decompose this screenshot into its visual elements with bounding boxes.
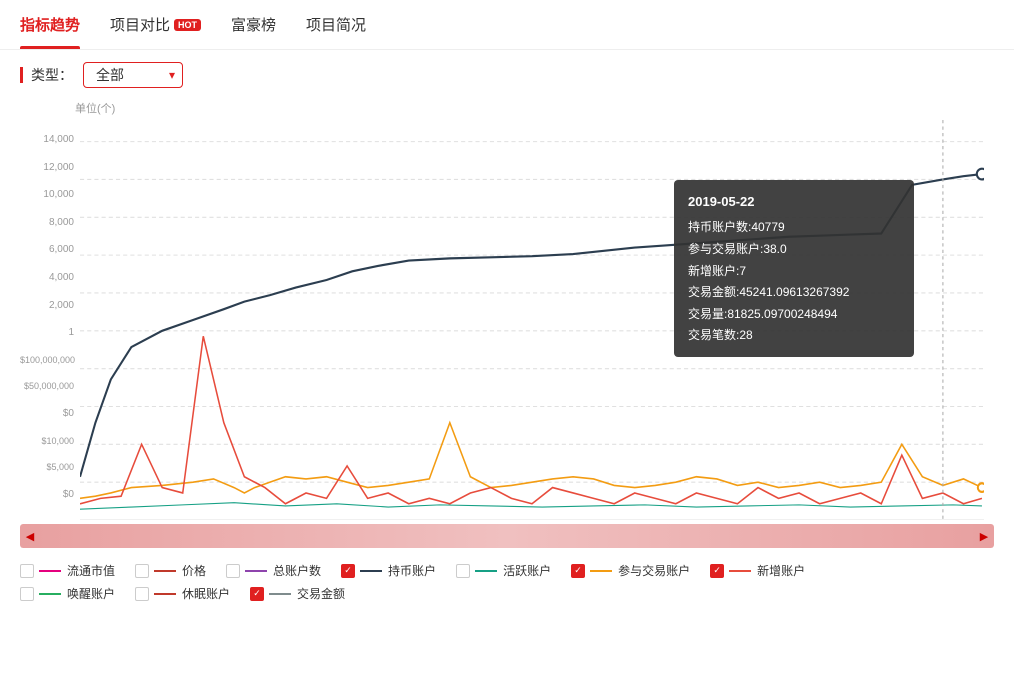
app-container: 指标趋势 项目对比 HOT 富豪榜 项目简况 类型： 全部 主流币 代币 单位(… [0, 0, 1014, 602]
chart-container: 单位(个) [0, 100, 1014, 520]
filter-label: 类型： [31, 65, 73, 85]
y-label-12000: 12,000 [20, 162, 78, 173]
legend-item-liutongshizhi[interactable]: 流通市值 [20, 562, 115, 579]
legend-line-chicizhanghushu [360, 570, 382, 572]
scrollbar-left-btn[interactable]: ◀ [20, 524, 40, 548]
legend-line-huanxingzhanghu [39, 593, 61, 595]
legend-item-huoyuezhanghushu[interactable]: 活跃账户 [456, 562, 551, 579]
legend-row-2: 唤醒账户 休眠账户 交易金额 [20, 585, 994, 602]
tab-label-overview: 项目简况 [306, 14, 366, 35]
legend-checkbox-jiage[interactable] [135, 564, 149, 578]
y-label-5k: $5,000 [20, 462, 78, 472]
legend-checkbox-huanxingzhanghu[interactable] [20, 587, 34, 601]
tab-richlist[interactable]: 富豪榜 [231, 0, 276, 49]
filter-left-bar [20, 67, 23, 83]
legend-item-jiage[interactable]: 价格 [135, 562, 206, 579]
legend-label-jiaoyijine: 交易金额 [297, 585, 345, 602]
filter-select-wrap: 全部 主流币 代币 [83, 62, 183, 88]
legend-item-huanxingzhanghu[interactable]: 唤醒账户 [20, 585, 115, 602]
legend-item-xiumianzhanghu[interactable]: 休眠账户 [135, 585, 230, 602]
y-label-0-bot: $0 [20, 489, 78, 500]
chart-svg: 交易量 交易笔数 2018-02-26 2018-04-06 2018-05-1… [80, 120, 984, 520]
legend-line-canyujiaoyizhanghu [590, 570, 612, 572]
y-label-1: 1 [20, 327, 78, 338]
legend-label-xiumianzhanghu: 休眠账户 [182, 585, 230, 602]
legend-item-xinzengzhanghu[interactable]: 新增账户 [710, 562, 805, 579]
legend-row-1: 流通市值 价格 总账户数 持币账户 [20, 562, 994, 579]
scrollbar-right-btn[interactable]: ▶ [974, 524, 994, 548]
filter-select[interactable]: 全部 主流币 代币 [83, 62, 183, 88]
tab-label-trends: 指标趋势 [20, 14, 80, 35]
tab-label-richlist: 富豪榜 [231, 14, 276, 35]
y-label-10k: $10,000 [20, 436, 78, 446]
legend-checkbox-chicizhanghushu[interactable] [341, 564, 355, 578]
y-label-10000: 10,000 [20, 189, 78, 200]
y-label-50m: $50,000,000 [20, 381, 78, 391]
tab-overview[interactable]: 项目简况 [306, 0, 366, 49]
legend-item-canyujiaoyizhanghu[interactable]: 参与交易账户 [571, 562, 690, 579]
y-label-4000: 4,000 [20, 272, 78, 283]
legend-item-zongzhanghushu[interactable]: 总账户数 [226, 562, 321, 579]
tab-bar: 指标趋势 项目对比 HOT 富豪榜 项目简况 [0, 0, 1014, 50]
legend-checkbox-zongzhanghushu[interactable] [226, 564, 240, 578]
legend-label-liutongshizhi: 流通市值 [67, 562, 115, 579]
legend-line-zongzhanghushu [245, 570, 267, 572]
legend-checkbox-liutongshizhi[interactable] [20, 564, 34, 578]
legend-line-liutongshizhi [39, 570, 61, 572]
legend-label-huanxingzhanghu: 唤醒账户 [67, 585, 115, 602]
y-label-14000: 14,000 [20, 134, 78, 145]
y-label-2000: 2,000 [20, 300, 78, 311]
scrollbar-handle [20, 524, 994, 548]
legend-area: 流通市值 价格 总账户数 持币账户 [0, 554, 1014, 602]
filter-row: 类型： 全部 主流币 代币 [0, 50, 1014, 100]
legend-checkbox-canyujiaoyizhanghu[interactable] [571, 564, 585, 578]
legend-label-xinzengzhanghu: 新增账户 [757, 562, 805, 579]
legend-line-jiaoyijine [269, 593, 291, 595]
legend-label-chicizhanghushu: 持币账户 [388, 562, 436, 579]
legend-label-zongzhanghushu: 总账户数 [273, 562, 321, 579]
chart-unit-label: 单位(个) [20, 100, 994, 116]
tab-badge-hot: HOT [174, 19, 201, 31]
legend-item-chicizhanghushu[interactable]: 持币账户 [341, 562, 436, 579]
y-label-100m: $100,000,000 [20, 355, 78, 365]
y-label-6000: 6,000 [20, 244, 78, 255]
tab-compare[interactable]: 项目对比 HOT [110, 0, 201, 49]
chart-wrap[interactable]: 交易量 交易笔数 2018-02-26 2018-04-06 2018-05-1… [20, 120, 994, 520]
legend-checkbox-huoyuezhanghushu[interactable] [456, 564, 470, 578]
legend-label-jiage: 价格 [182, 562, 206, 579]
legend-item-jiaoyijine[interactable]: 交易金额 [250, 585, 345, 602]
legend-label-huoyuezhanghushu: 活跃账户 [503, 562, 551, 579]
legend-line-xiumianzhanghu [154, 593, 176, 595]
legend-line-jiage [154, 570, 176, 572]
y-label-8000: 8,000 [20, 217, 78, 228]
tab-label-compare: 项目对比 [110, 14, 170, 35]
legend-checkbox-jiaoyijine[interactable] [250, 587, 264, 601]
legend-line-xinzengzhanghu [729, 570, 751, 572]
legend-label-canyujiaoyizhanghu: 参与交易账户 [618, 562, 690, 579]
legend-checkbox-xiumianzhanghu[interactable] [135, 587, 149, 601]
tab-indicator-trends[interactable]: 指标趋势 [20, 0, 80, 49]
y-label-0-mid: $0 [20, 408, 78, 419]
scrollbar-area[interactable]: ◀ ▶ [20, 524, 994, 548]
legend-line-huoyuezhanghushu [475, 570, 497, 572]
legend-checkbox-xinzengzhanghu[interactable] [710, 564, 724, 578]
